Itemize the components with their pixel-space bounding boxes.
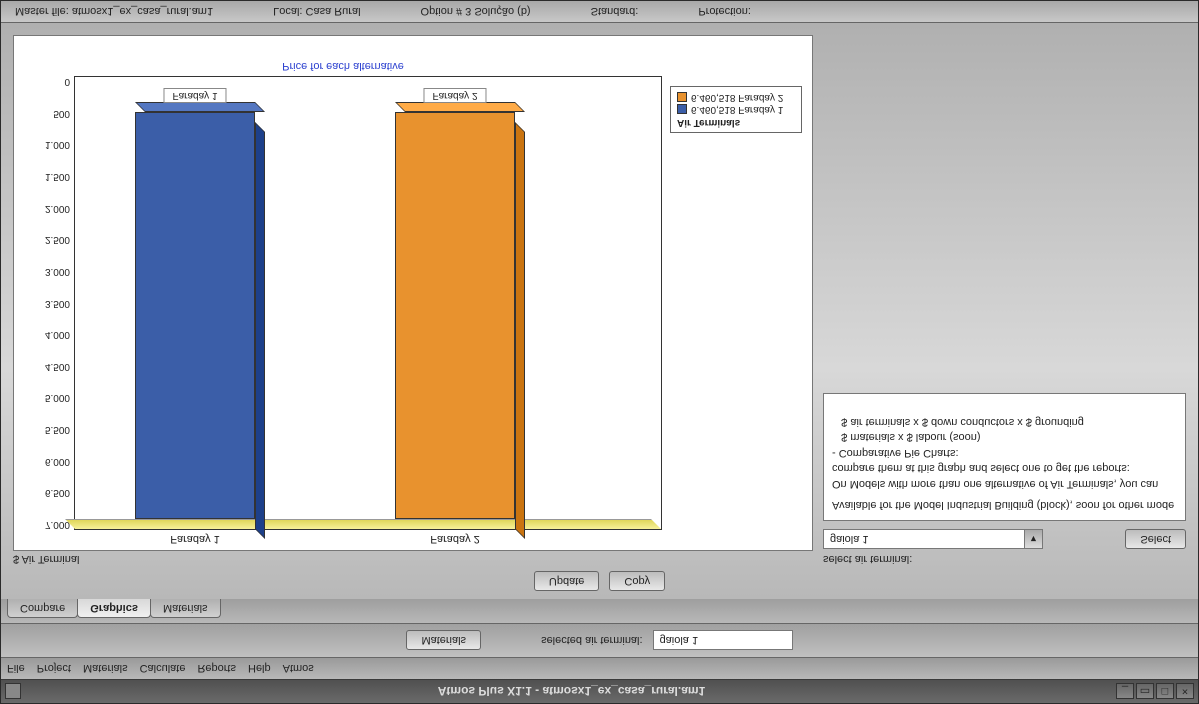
chart-panel: $ Air Terminal 0 500 1.000 1.500 2.000 2.500 3… <box>13 35 813 565</box>
bar-side <box>255 122 265 539</box>
legend-swatch <box>677 105 687 115</box>
menu-materials[interactable]: Materials <box>83 663 128 675</box>
bar-top <box>135 102 265 112</box>
select-terminal-label: select air terminal: <box>823 553 1186 565</box>
bar-front <box>395 112 515 519</box>
y-tick: 7.000 <box>26 519 70 530</box>
y-tick: 5.000 <box>26 392 70 403</box>
y-tick: 2.500 <box>26 234 70 245</box>
menu-help[interactable]: Help <box>248 663 271 675</box>
chart-title: Price for each alternative <box>14 60 672 72</box>
copy-button[interactable]: Copy <box>609 571 665 591</box>
bar-faraday-2: Faraday 2Faraday 2 <box>395 112 515 519</box>
bar-front <box>135 112 255 519</box>
bar-value-label: Faraday 1 <box>163 88 226 103</box>
selected-terminal-label: selected air terminal: <box>541 635 643 647</box>
action-row: Update Copy <box>13 571 1186 591</box>
app-icon <box>5 684 21 700</box>
selected-terminal-field[interactable]: gaiola 1 <box>653 631 793 651</box>
terminal-dropdown[interactable]: gaiola 1 ▼ <box>823 529 1043 549</box>
content-area: Update Copy $ Air Terminal 0 500 1.000 1.50… <box>1 23 1198 599</box>
dropdown-value: gaiola 1 <box>824 533 1024 545</box>
materials-button[interactable]: Materials <box>406 631 481 651</box>
bar-category-label: Faraday 1 <box>170 533 220 545</box>
menu-calculate[interactable]: Calculate <box>140 663 186 675</box>
menu-reports[interactable]: Reports <box>197 663 236 675</box>
chart-panel-title: $ Air Terminal <box>13 553 813 565</box>
titlebar: Atmos Plus X1.1 - atmosx1_ex_casa_rural.… <box>1 679 1198 703</box>
window-title: Atmos Plus X1.1 - atmosx1_ex_casa_rural.… <box>27 685 1116 699</box>
legend-title: Air Terminals <box>677 117 795 128</box>
close-button[interactable]: × <box>1176 684 1194 700</box>
app-window: Atmos Plus X1.1 - atmosx1_ex_casa_rural.… <box>0 0 1199 704</box>
tab-graphics[interactable]: Graphics <box>77 599 151 618</box>
y-tick: 3.000 <box>26 266 70 277</box>
menu-file[interactable]: File <box>7 663 25 675</box>
menubar: File Project Materials Calculate Reports… <box>1 657 1198 679</box>
status-standard: Standard: <box>591 6 639 18</box>
info-line: - Comparative Pie Charts: <box>832 444 1177 459</box>
y-tick: 4.000 <box>26 329 70 340</box>
legend-row: 6.460,518 Faraday 2 <box>677 92 795 103</box>
y-tick: 4.500 <box>26 361 70 372</box>
legend-row: 6.460,518 Faraday 1 <box>677 104 795 115</box>
toolbar: Materials selected air terminal: gaiola … <box>1 623 1198 657</box>
legend-text: 6.460,518 Faraday 1 <box>691 104 783 115</box>
y-axis: 0 500 1.000 1.500 2.000 2.500 3.000 3.500 4.000 4… <box>26 76 70 530</box>
restore-button[interactable]: ▭ <box>1136 684 1154 700</box>
menu-atmos[interactable]: Atmos <box>283 663 314 675</box>
y-tick: 5.500 <box>26 424 70 435</box>
status-master: Master file: atmosx1_ex_casa_rural.am1 <box>15 6 213 18</box>
info-line: On Models with more than one alternative… <box>832 475 1177 490</box>
info-box: Available for the Model Industrial Build… <box>823 393 1186 521</box>
select-button[interactable]: Select <box>1125 529 1186 549</box>
y-tick: 1.500 <box>26 171 70 182</box>
info-line: compare them at this graph and select on… <box>832 460 1177 475</box>
status-bar: Master file: atmosx1_ex_casa_rural.am1 L… <box>1 1 1198 23</box>
chevron-down-icon[interactable]: ▼ <box>1024 530 1042 548</box>
legend-swatch <box>677 93 687 103</box>
chart-plot-area: 05001.0001.5002.0002.5003.0003.5004.0004… <box>74 76 662 530</box>
bar-category-label: Faraday 2 <box>430 533 480 545</box>
info-line: $ air terminals x $ down conductors x $ … <box>832 414 1177 429</box>
y-tick: 6.500 <box>26 487 70 498</box>
status-option: Option # 3 Solução (b) <box>421 6 531 18</box>
plot-floor <box>65 519 661 529</box>
info-line: Available for the Model Industrial Build… <box>832 497 1177 512</box>
legend: Air Terminals 6.460,518 Faraday 16.460,5… <box>670 86 802 133</box>
bar-value-label: Faraday 2 <box>423 88 486 103</box>
maximize-button[interactable]: □ <box>1156 684 1174 700</box>
legend-text: 6.460,518 Faraday 2 <box>691 92 783 103</box>
y-tick: 1.000 <box>26 139 70 150</box>
status-protection: Protection: <box>698 6 751 18</box>
menu-project[interactable]: Project <box>37 663 71 675</box>
bar-top <box>395 102 525 112</box>
tab-compare[interactable]: Compare <box>7 599 78 618</box>
bar-faraday-1: Faraday 1Faraday 1 <box>135 112 255 519</box>
y-tick: 2.000 <box>26 203 70 214</box>
side-panel: select air terminal: gaiola 1 ▼ Select A… <box>823 35 1186 565</box>
y-tick: 0 <box>26 76 70 87</box>
tabs: Compare Graphics Materials <box>1 599 1198 623</box>
info-line: $ materials x $ labour (soon) <box>832 429 1177 444</box>
y-tick: 500 <box>26 108 70 119</box>
y-tick: 3.500 <box>26 298 70 309</box>
tab-materials[interactable]: Materials <box>150 599 221 618</box>
chart-box: 0 500 1.000 1.500 2.000 2.500 3.000 3.500 4.000 4… <box>13 35 813 551</box>
y-tick: 6.000 <box>26 456 70 467</box>
panel-row: $ Air Terminal 0 500 1.000 1.500 2.000 2.500 3… <box>13 35 1186 565</box>
update-button[interactable]: Update <box>534 571 599 591</box>
bar-side <box>515 122 525 539</box>
status-local: Local: Casa Rural <box>273 6 360 18</box>
plot: Faraday 1Faraday 1 Faraday 2Faraday 2 <box>74 76 662 530</box>
minimize-button[interactable]: _ <box>1116 684 1134 700</box>
